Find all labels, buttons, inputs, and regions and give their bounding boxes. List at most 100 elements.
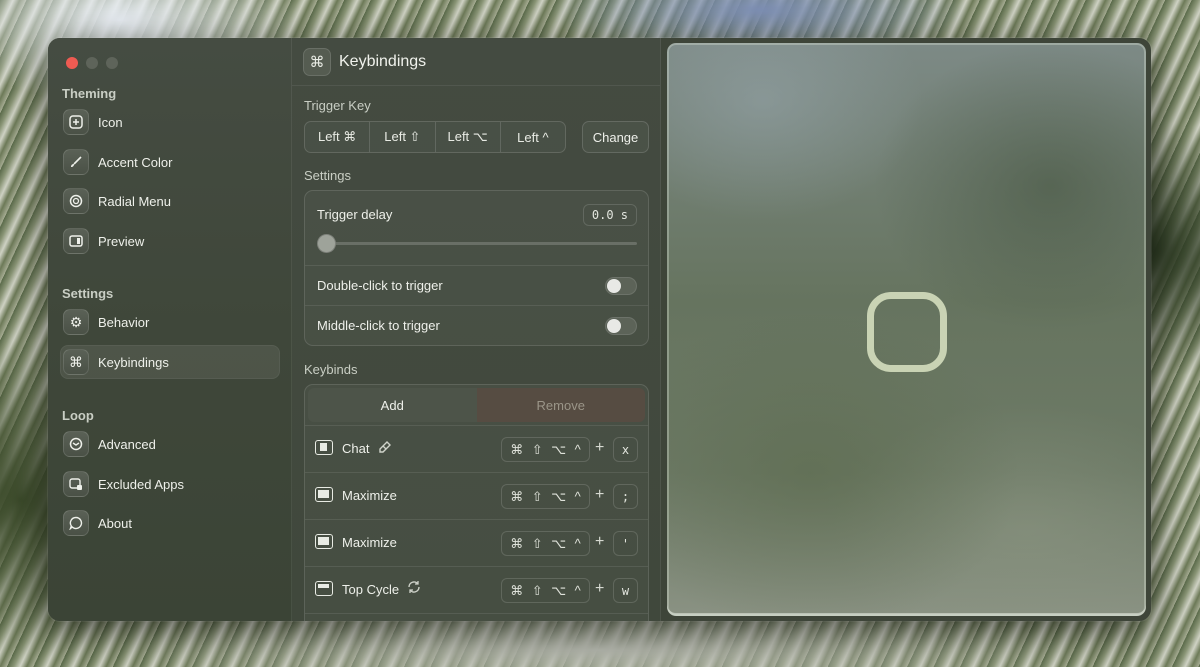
- middle-click-toggle[interactable]: [605, 317, 637, 335]
- minimize-window-button[interactable]: [86, 57, 98, 69]
- trigger-key-label: Trigger Key: [304, 98, 371, 113]
- trigger-delay-slider[interactable]: [317, 234, 637, 253]
- option-key: ⌥: [551, 535, 567, 551]
- command-icon: ⌘: [63, 349, 89, 375]
- keybind-actions: Add Remove: [308, 388, 645, 422]
- sidebar-item-about[interactable]: About: [60, 506, 280, 540]
- sidebar-item-preview[interactable]: Preview: [60, 224, 280, 258]
- window-half-icon: [315, 440, 333, 455]
- window-maximize-icon: [315, 534, 333, 549]
- window-maximize-icon: [315, 487, 333, 502]
- keybind-row[interactable]: Top Cycle ⌘ ⇧ ⌥ ^ + w: [305, 566, 648, 613]
- modifier-keys[interactable]: ⌘ ⇧ ⌥ ^: [501, 531, 590, 556]
- preview-icon: [63, 228, 89, 254]
- keybinds-list: Add Remove Chat ⌘ ⇧ ⌥ ^ + x Maximize ⌘ ⇧…: [304, 384, 649, 621]
- add-keybind-button[interactable]: Add: [308, 388, 477, 422]
- settings-group: Trigger delay 0.0 s Double-click to trig…: [304, 190, 649, 346]
- keybind-name: Maximize: [342, 535, 397, 550]
- trigger-key-segments: Left ⌘ Left ⇧ Left ⌥ Left ^: [304, 121, 566, 153]
- command-key: ⌘: [510, 535, 524, 551]
- sidebar-item-label: Advanced: [98, 436, 156, 452]
- sidebar-item-label: Keybindings: [98, 354, 169, 370]
- cycle-icon: [406, 579, 422, 599]
- key-cap[interactable]: ;: [613, 484, 638, 509]
- sidebar-item-advanced[interactable]: Advanced: [60, 427, 280, 461]
- trigger-key-left-command[interactable]: Left ⌘: [305, 122, 371, 152]
- sidebar-section-settings: Settings: [62, 286, 114, 301]
- trigger-delay-label: Trigger delay: [317, 207, 393, 222]
- divider: [305, 265, 648, 266]
- trigger-key-left-control[interactable]: Left ^: [501, 122, 565, 152]
- keybind-name: Top Cycle: [342, 582, 400, 597]
- sidebar-item-label: Accent Color: [98, 154, 173, 170]
- shift-key: ⇧: [531, 488, 543, 504]
- keybind-name: Maximize: [342, 488, 397, 503]
- close-window-button[interactable]: [66, 57, 78, 69]
- advanced-icon: [63, 431, 89, 457]
- settings-window: Theming Icon Accent Color Radial Menu Pr…: [48, 38, 1151, 621]
- sidebar-item-label: About: [98, 515, 132, 531]
- option-key: ⌥: [551, 582, 567, 598]
- remove-keybind-button[interactable]: Remove: [476, 388, 645, 422]
- keybind-row[interactable]: [305, 613, 648, 621]
- keybind-name: Chat: [342, 441, 370, 456]
- modifier-keys[interactable]: ⌘ ⇧ ⌥ ^: [501, 484, 590, 509]
- sidebar-item-icon[interactable]: Icon: [60, 105, 280, 139]
- control-key: ^: [574, 489, 581, 504]
- loop-icon: [867, 292, 947, 372]
- key-cap[interactable]: ': [613, 531, 638, 556]
- sidebar-section-loop: Loop: [62, 408, 94, 423]
- keybind-row[interactable]: Maximize ⌘ ⇧ ⌥ ^ + ;: [305, 472, 648, 519]
- option-key: ⌥: [551, 488, 567, 504]
- sidebar-section-theming: Theming: [62, 86, 117, 101]
- plus-sign: +: [595, 533, 605, 550]
- zoom-window-button[interactable]: [106, 57, 118, 69]
- app-icon: [63, 109, 89, 135]
- key-cap[interactable]: x: [613, 437, 638, 462]
- control-key: ^: [574, 583, 581, 598]
- key-cap[interactable]: w: [613, 578, 638, 603]
- radial-menu-icon: [63, 188, 89, 214]
- radial-menu-preview: [667, 43, 1146, 616]
- option-key: ⌥: [551, 441, 567, 457]
- command-key: ⌘: [510, 488, 524, 504]
- window-top-icon: [315, 581, 333, 596]
- sidebar-item-accent-color[interactable]: Accent Color: [60, 145, 280, 179]
- plus-sign: +: [595, 486, 605, 503]
- about-icon: [63, 510, 89, 536]
- sidebar: Theming Icon Accent Color Radial Menu Pr…: [48, 38, 292, 621]
- control-key: ^: [574, 536, 581, 551]
- modifier-keys[interactable]: ⌘ ⇧ ⌥ ^: [501, 437, 590, 462]
- sidebar-item-label: Radial Menu: [98, 193, 171, 209]
- plus-sign: +: [595, 580, 605, 597]
- sidebar-item-excluded-apps[interactable]: Excluded Apps: [60, 467, 280, 501]
- trigger-key-left-option[interactable]: Left ⌥: [436, 122, 501, 152]
- sidebar-item-keybindings[interactable]: ⌘ Keybindings: [60, 345, 280, 379]
- sidebar-item-radial-menu[interactable]: Radial Menu: [60, 184, 280, 218]
- change-trigger-key-button[interactable]: Change: [582, 121, 649, 153]
- modifier-keys[interactable]: ⌘ ⇧ ⌥ ^: [501, 578, 590, 603]
- panel-header: ⌘ Keybindings: [292, 38, 660, 86]
- command-key: ⌘: [510, 582, 524, 598]
- slider-knob[interactable]: [317, 234, 336, 253]
- plus-sign: +: [595, 439, 605, 456]
- keybind-row[interactable]: Maximize ⌘ ⇧ ⌥ ^ + ': [305, 519, 648, 566]
- divider: [305, 305, 648, 306]
- keybindings-panel: ⌘ Keybindings Trigger Key Left ⌘ Left ⇧ …: [292, 38, 661, 621]
- keybinds-label: Keybinds: [304, 362, 358, 377]
- sidebar-item-label: Preview: [98, 233, 145, 249]
- trigger-delay-value[interactable]: 0.0 s: [582, 204, 637, 226]
- paintbrush-icon: [63, 149, 89, 175]
- trigger-key-left-shift[interactable]: Left ⇧: [370, 122, 436, 152]
- excluded-apps-icon: [63, 471, 89, 497]
- sidebar-item-behavior[interactable]: ⚙ Behavior: [60, 305, 280, 339]
- eraser-icon: [377, 438, 393, 458]
- double-click-label: Double-click to trigger: [317, 278, 443, 293]
- shift-key: ⇧: [531, 535, 543, 551]
- keybind-row[interactable]: Chat ⌘ ⇧ ⌥ ^ + x: [305, 425, 648, 472]
- shift-key: ⇧: [531, 441, 543, 457]
- double-click-toggle[interactable]: [605, 277, 637, 295]
- gear-icon: ⚙: [63, 309, 89, 335]
- middle-click-label: Middle-click to trigger: [317, 318, 440, 333]
- command-icon: ⌘: [303, 47, 331, 76]
